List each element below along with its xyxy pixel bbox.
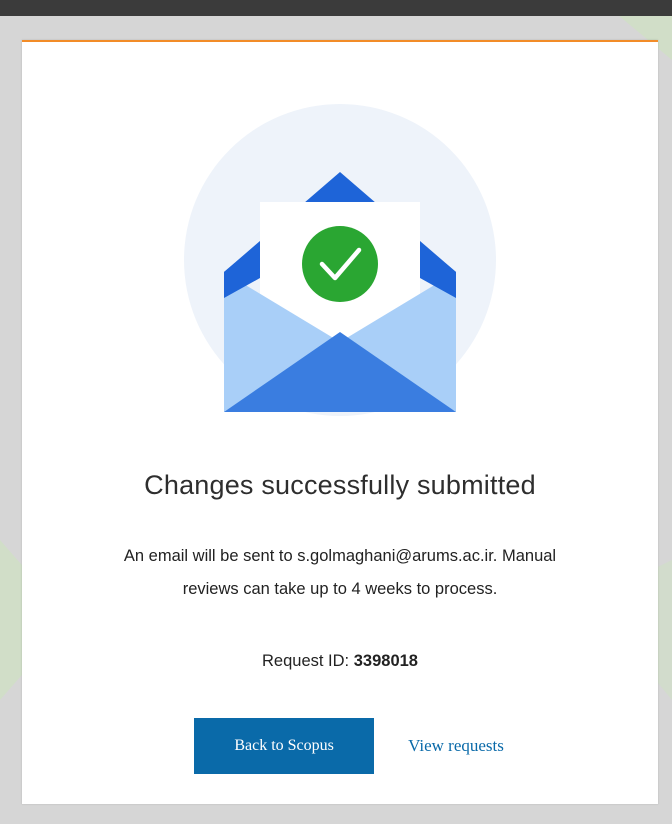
message-line-1: An email will be sent to s.golmaghani@ar…	[123, 547, 557, 565]
message-line-2: reviews can take up to 4 weeks to proces…	[182, 580, 498, 598]
dialog-title: Changes successfully submitted	[144, 470, 536, 500]
view-requests-link[interactable]: View requests	[408, 736, 504, 756]
submission-success-dialog: Changes successfully submitted An email …	[22, 40, 658, 804]
window-top-bar	[0, 0, 672, 16]
request-id-label: Request ID:	[262, 652, 354, 670]
request-id-line: Request ID: 3398018	[22, 652, 658, 671]
back-to-scopus-button[interactable]: Back to Scopus	[194, 718, 375, 774]
request-id-value: 3398018	[353, 652, 418, 670]
envelope-with-check-icon	[184, 104, 496, 416]
confirmation-message: An email will be sent to s.golmaghani@ar…	[22, 540, 658, 606]
check-icon	[302, 226, 378, 302]
dialog-actions: Back to Scopus View requests	[22, 718, 658, 774]
